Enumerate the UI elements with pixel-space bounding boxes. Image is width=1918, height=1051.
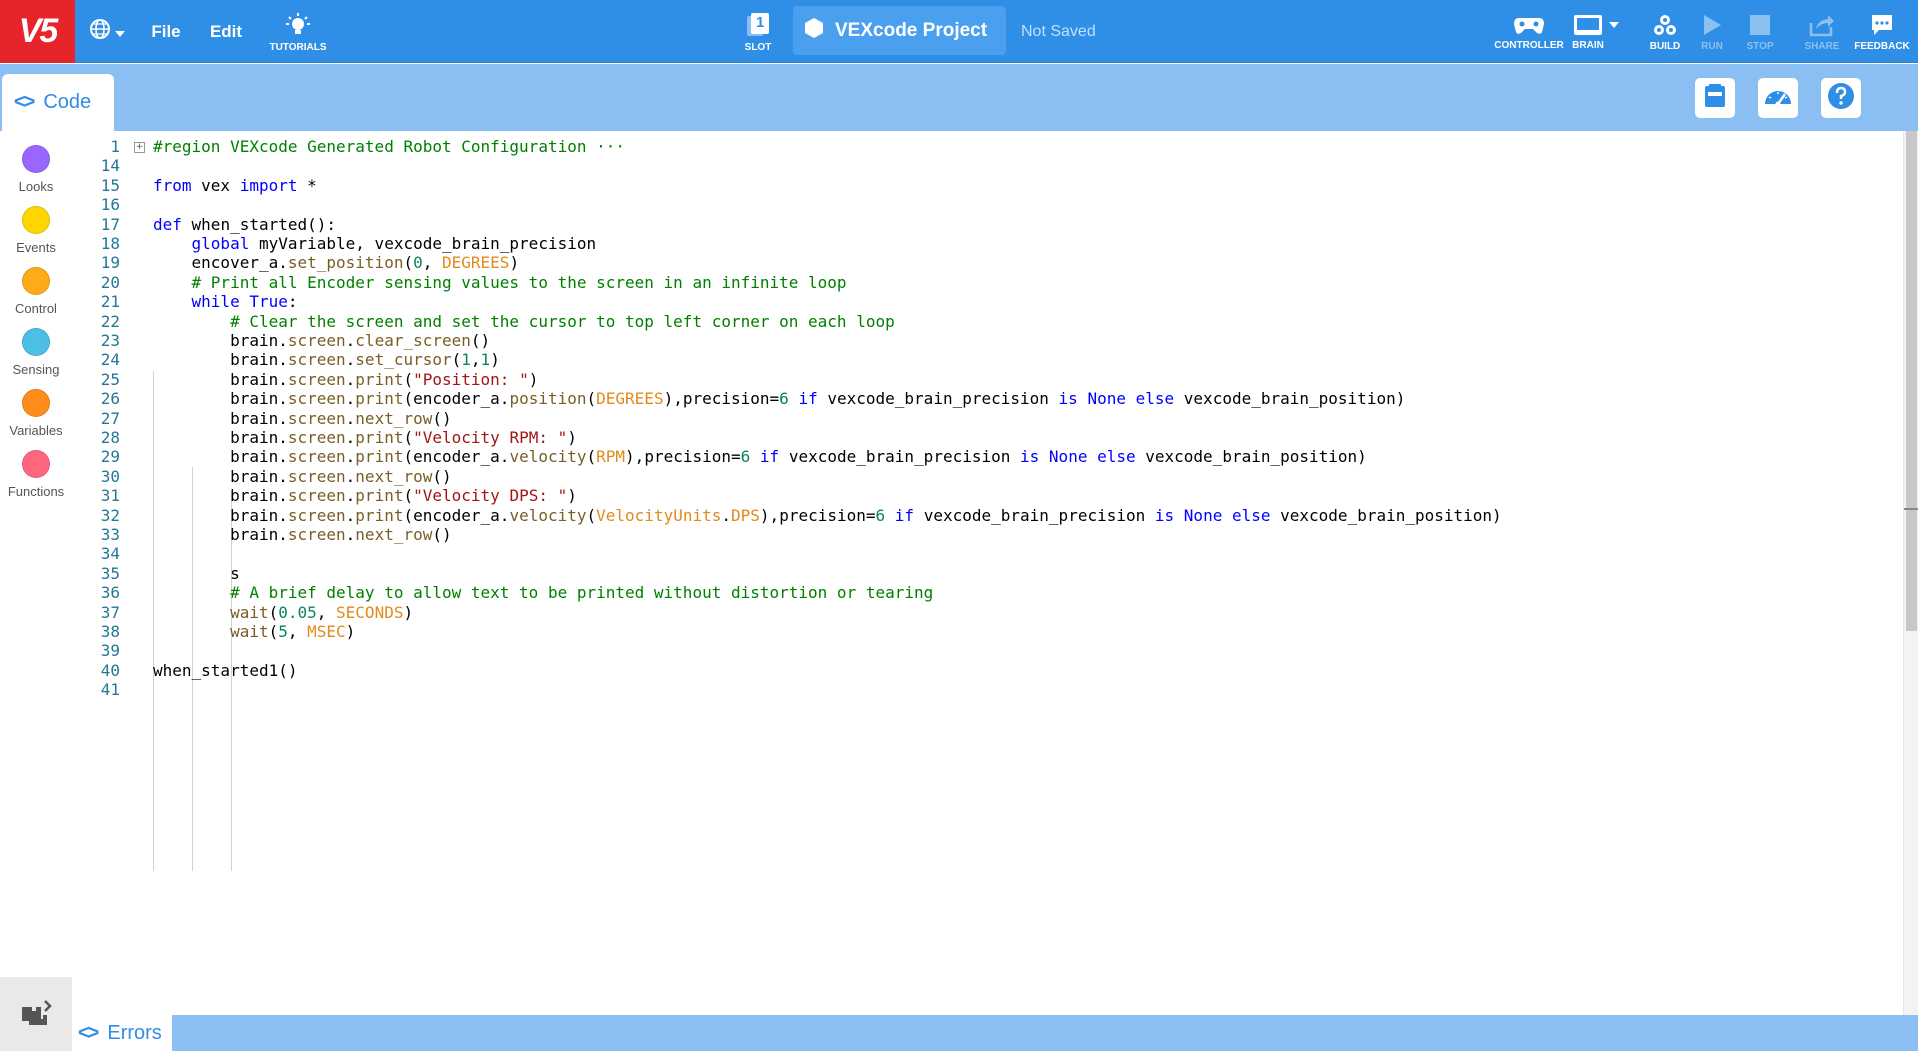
stop-icon [1749, 13, 1771, 41]
code-text: from vex import * [153, 175, 317, 195]
category-sensing[interactable]: Sensing [0, 328, 72, 377]
project-hexagon-icon [805, 17, 835, 44]
dashboard-button[interactable] [1758, 78, 1798, 118]
stop-label: STOP [1746, 40, 1774, 52]
category-label: Variables [9, 423, 63, 438]
code-line[interactable]: 41 [72, 678, 120, 702]
controller-label: CONTROLLER [1494, 39, 1564, 51]
extensions-blocks-icon [19, 997, 53, 1032]
fold-expand-icon[interactable]: + [134, 142, 145, 153]
build-label: BUILD [1649, 40, 1681, 52]
code-editor[interactable]: 1 + #region VEXcode Generated Robot Config… [72, 131, 1903, 1015]
save-status: Not Saved [1021, 22, 1096, 40]
line-number: 41 [100, 680, 120, 700]
controller-button[interactable]: CONTROLLER [1491, 6, 1567, 58]
chevron-down-icon [115, 22, 125, 42]
chevron-down-icon [1609, 21, 1619, 28]
category-sidebar: Looks Events Control Sensing Variables F… [0, 131, 72, 977]
project-name: VEXcode Project [835, 19, 988, 41]
code-brackets-icon: <> [14, 91, 35, 113]
run-label: RUN [1701, 40, 1723, 52]
editor-scrollbar[interactable] [1903, 131, 1918, 1015]
device-icon [1703, 83, 1727, 114]
category-control[interactable]: Control [0, 267, 72, 316]
brain-screen-icon [1573, 14, 1619, 36]
category-label: Looks [18, 179, 54, 194]
stop-button[interactable]: STOP [1742, 6, 1778, 58]
help-question-icon [1827, 82, 1855, 115]
build-button[interactable]: BUILD [1645, 6, 1685, 58]
slot-button[interactable]: 1 SLOT [740, 6, 776, 58]
lightbulb-icon [285, 12, 311, 42]
share-button[interactable]: SHARE [1802, 6, 1842, 58]
category-color-dot [22, 389, 50, 417]
feedback-button[interactable]: FEEDBACK [1852, 6, 1912, 58]
category-variables[interactable]: Variables [0, 389, 72, 438]
category-label: Events [16, 240, 56, 255]
scrollbar-marker [1904, 508, 1918, 510]
top-bar: V5 File Edit TUTORIALS 1 SLOT VEXcode Pr… [0, 0, 1918, 63]
category-looks[interactable]: Looks [0, 145, 72, 194]
globe-icon [89, 18, 111, 45]
category-label: Sensing [12, 362, 60, 377]
code-brackets-icon: <> [78, 1021, 99, 1044]
category-color-dot [22, 267, 50, 295]
play-icon [1701, 13, 1723, 41]
tab-errors[interactable]: <> Errors [72, 1015, 172, 1051]
feedback-speech-bubble-icon [1870, 13, 1894, 41]
feedback-label: FEEDBACK [1854, 40, 1910, 52]
dashboard-gauge-icon [1763, 84, 1793, 113]
extensions-button[interactable] [0, 977, 72, 1051]
category-color-dot [22, 145, 50, 173]
tab-errors-label: Errors [107, 1021, 162, 1044]
device-info-button[interactable] [1695, 78, 1735, 118]
share-icon [1809, 13, 1835, 41]
category-label: Functions [7, 484, 65, 499]
category-functions[interactable]: Functions [0, 450, 72, 499]
code-text: #region VEXcode Generated Robot Configur… [153, 137, 626, 156]
slot-icon: 1 [745, 12, 771, 38]
brain-label: BRAIN [1572, 39, 1604, 51]
category-color-dot [22, 206, 50, 234]
brain-button[interactable]: BRAIN [1571, 6, 1621, 58]
tutorials-button[interactable]: TUTORIALS [264, 6, 332, 58]
edit-menu-button[interactable]: Edit [208, 0, 244, 63]
category-color-dot [22, 450, 50, 478]
language-menu-button[interactable] [82, 0, 132, 63]
slot-label: SLOT [744, 41, 772, 53]
tutorials-label: TUTORIALS [269, 41, 327, 53]
code-text: when_started1() [153, 660, 298, 680]
tab-code[interactable]: <> Code [2, 74, 114, 131]
errors-panel-bar: <> Errors [72, 1015, 1918, 1051]
help-button[interactable] [1821, 78, 1861, 118]
slot-number: 1 [756, 13, 765, 31]
vex-v5-logo: V5 [0, 0, 75, 63]
category-events[interactable]: Events [0, 206, 72, 255]
scrollbar-thumb[interactable] [1906, 131, 1917, 631]
category-color-dot [22, 328, 50, 356]
editor-tab-bar: <> Code [0, 64, 1918, 131]
share-label: SHARE [1804, 40, 1840, 52]
project-name-field[interactable]: VEXcode Project [793, 6, 1006, 55]
code-text: brain.screen.next_row() [153, 525, 452, 544]
build-gears-icon [1652, 13, 1678, 41]
run-button[interactable]: RUN [1694, 6, 1730, 58]
tab-code-label: Code [43, 91, 92, 113]
file-menu-button[interactable]: File [148, 0, 184, 63]
gamepad-icon [1513, 14, 1545, 40]
category-label: Control [15, 301, 57, 316]
code-text: wait(5, MSEC) [230, 622, 356, 641]
